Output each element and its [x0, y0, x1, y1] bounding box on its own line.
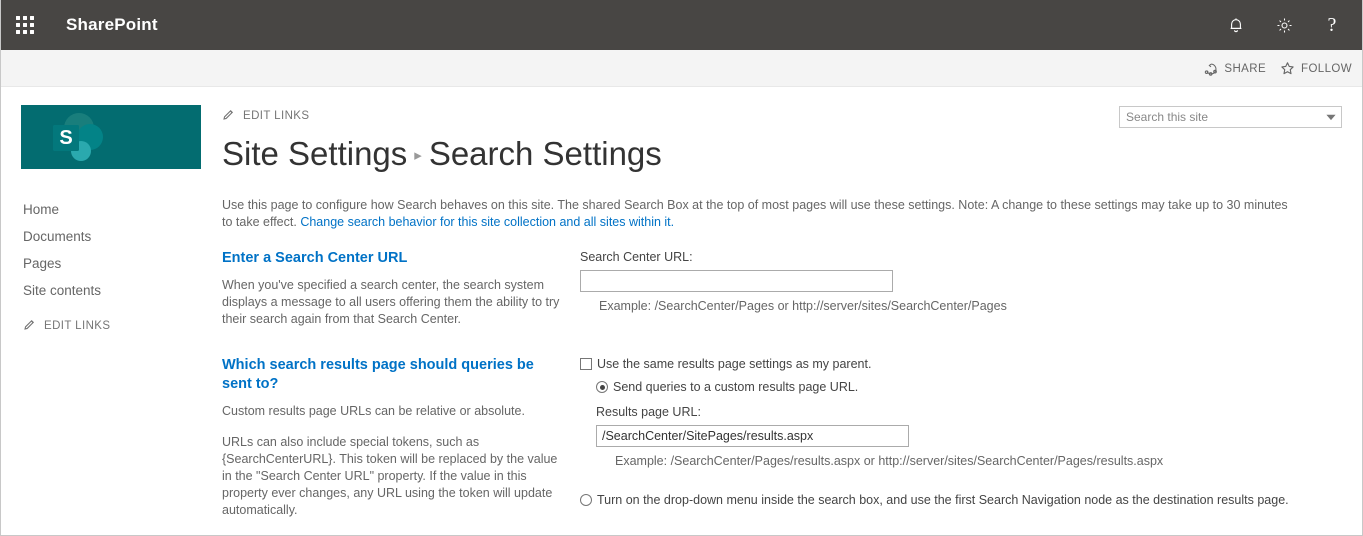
suite-header: SharePoint ?: [1, 0, 1363, 50]
results-page-url-input[interactable]: [596, 425, 909, 447]
share-icon: [1204, 62, 1218, 76]
suite-brand-sharepoint[interactable]: SharePoint: [66, 15, 158, 35]
star-icon: [1280, 61, 1295, 76]
section-search-center-url: Enter a Search Center URL When you've sp…: [222, 249, 1342, 328]
section-1-field-column: Search Center URL: Example: /SearchCente…: [580, 249, 1342, 328]
quick-launch-nav: Home Documents Pages Site contents EDIT …: [1, 196, 201, 340]
results-page-url-label: Results page URL:: [596, 404, 1342, 421]
section-1-description-column: Enter a Search Center URL When you've sp…: [222, 249, 580, 328]
sidebar-edit-links-label: EDIT LINKS: [44, 320, 110, 332]
dropdown-menu-label[interactable]: Turn on the drop-down menu inside the se…: [597, 492, 1289, 509]
dropdown-menu-option[interactable]: Turn on the drop-down menu inside the se…: [580, 492, 1342, 509]
dropdown-menu-radio[interactable]: [580, 494, 592, 506]
sharepoint-logo-icon: S: [43, 109, 123, 165]
use-parent-settings-checkbox[interactable]: [580, 358, 592, 370]
custom-results-page-option[interactable]: Send queries to a custom results page UR…: [596, 379, 1342, 396]
breadcrumb-site-settings[interactable]: Site Settings: [222, 135, 407, 172]
section-2-description: Custom results page URLs can be relative…: [222, 403, 562, 420]
search-center-url-input[interactable]: [580, 270, 893, 292]
section-2-description-tokens: URLs can also include special tokens, su…: [222, 434, 562, 519]
site-action-bar: SHARE FOLLOW: [1, 50, 1363, 87]
app-launcher-waffle-icon[interactable]: [1, 0, 49, 50]
intro-text: Use this page to configure how Search be…: [222, 197, 1292, 231]
custom-results-page-radio[interactable]: [596, 381, 608, 393]
pencil-icon: [222, 108, 235, 124]
svg-text:S: S: [59, 127, 72, 149]
search-center-url-label: Search Center URL:: [580, 249, 1342, 266]
notifications-bell-icon[interactable]: [1212, 0, 1260, 50]
content-edit-links-label: EDIT LINKS: [243, 110, 309, 122]
sidebar-item-documents[interactable]: Documents: [1, 223, 201, 250]
use-parent-settings-label[interactable]: Use the same results page settings as my…: [597, 356, 871, 373]
sharepoint-page: SharePoint ?: [0, 0, 1363, 536]
sidebar-item-home[interactable]: Home: [1, 196, 201, 223]
site-logo-tile[interactable]: S: [21, 105, 201, 169]
content-edit-links-button[interactable]: EDIT LINKS: [222, 107, 1342, 125]
help-icon[interactable]: ?: [1308, 0, 1356, 50]
follow-label: FOLLOW: [1301, 63, 1352, 75]
sidebar-edit-links-button[interactable]: EDIT LINKS: [1, 304, 201, 340]
page-title-breadcrumb: Site Settings ▸ Search Settings: [222, 134, 1342, 176]
breadcrumb-separator-icon: ▸: [414, 147, 422, 164]
sidebar-item-pages[interactable]: Pages: [1, 250, 201, 277]
pencil-icon: [23, 318, 36, 334]
section-2-heading: Which search results page should queries…: [222, 356, 562, 394]
help-question-glyph: ?: [1328, 15, 1337, 35]
section-1-description: When you've specified a search center, t…: [222, 277, 562, 328]
share-label: SHARE: [1224, 63, 1266, 75]
section-results-page: Which search results page should queries…: [222, 356, 1342, 536]
site-action-bar-items: SHARE FOLLOW: [1204, 50, 1352, 87]
use-parent-settings-option[interactable]: Use the same results page settings as my…: [580, 356, 1342, 373]
suite-header-actions: ?: [1212, 0, 1356, 50]
search-center-url-example: Example: /SearchCenter/Pages or http://s…: [599, 298, 1342, 315]
section-1-heading: Enter a Search Center URL: [222, 249, 562, 268]
share-button[interactable]: SHARE: [1204, 62, 1266, 76]
change-search-behavior-link[interactable]: Change search behavior for this site col…: [300, 215, 674, 229]
section-2-description-column: Which search results page should queries…: [222, 356, 580, 536]
results-page-url-field: Results page URL: Example: /SearchCenter…: [596, 404, 1342, 470]
custom-results-page-label[interactable]: Send queries to a custom results page UR…: [613, 379, 858, 396]
sidebar-item-site-contents[interactable]: Site contents: [1, 277, 201, 304]
settings-gear-icon[interactable]: [1260, 0, 1308, 50]
results-page-url-example: Example: /SearchCenter/Pages/results.asp…: [615, 453, 1342, 470]
follow-button[interactable]: FOLLOW: [1280, 61, 1352, 76]
page-title: Search Settings: [429, 135, 662, 172]
main-content: EDIT LINKS Site Settings ▸ Search Settings…: [222, 107, 1342, 536]
section-2-options-column: Use the same results page settings as my…: [580, 356, 1342, 536]
